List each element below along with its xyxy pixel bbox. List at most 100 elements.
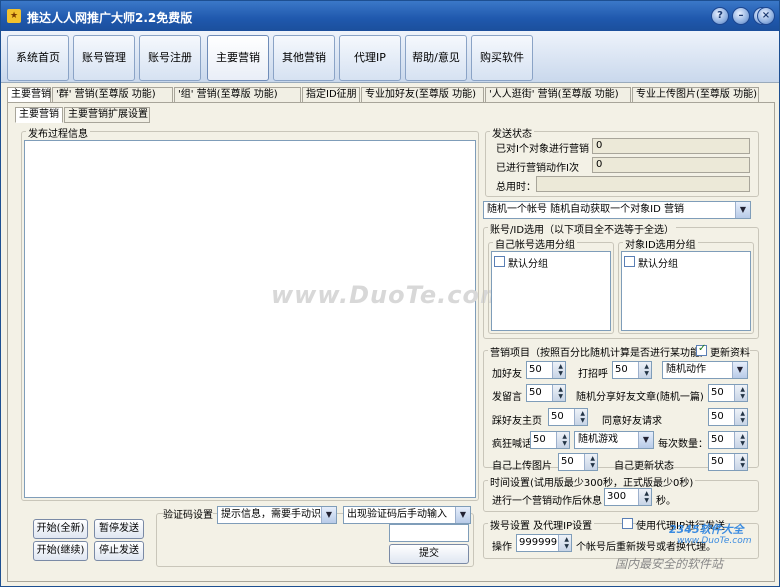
proxy-checkbox[interactable] (622, 518, 633, 529)
spin-up-icon[interactable]: ▲ (590, 455, 595, 462)
captcha-mode-value: 提示信息，需要手动识 (221, 509, 321, 520)
nav-proxy[interactable]: 代理IP (339, 35, 401, 81)
spin-down-icon[interactable]: ▼ (564, 543, 569, 550)
grouping-title: 账号/ID选用（以下项目全不选等于全选） (488, 221, 677, 236)
tab-main[interactable]: 主要营销 (7, 87, 51, 103)
tab-upload[interactable]: 专业上传图片(至尊版 功能) (632, 87, 759, 103)
rest-label: 进行一个营销动作后休息 (492, 496, 602, 507)
dial-title: 拨号设置 及代理IP设置 (488, 517, 595, 532)
tab-group[interactable]: '群' 营销(至尊版 功能) (52, 87, 173, 103)
spin-down-icon[interactable]: ▼ (740, 393, 745, 400)
rest-stepper[interactable]: 300 ▲ ▼ (604, 488, 652, 506)
upload-stepper[interactable]: 50 ▲ ▼ (558, 453, 598, 471)
visit-stepper[interactable]: 50 ▲ ▼ (548, 408, 588, 426)
log-title: 发布过程信息 (26, 125, 90, 140)
window-title: 推达人人网推广大师2.2免费版 (27, 11, 193, 25)
spin-down-icon[interactable]: ▼ (562, 440, 567, 447)
marketing-group: 营销项目（按照百分比随机计算是否进行某功能） 更新资料 加好友 50▲▼ 打招呼… (483, 343, 759, 472)
done-objects-field: 0 (592, 138, 750, 154)
update-stepper[interactable]: 50 ▲ ▼ (708, 453, 748, 471)
log-group: 发布过程信息 (21, 125, 479, 501)
watermark: www.DuoTe.com (271, 281, 506, 309)
account-mode-select[interactable]: 随机一个帐号 随机自动获取一个对象ID 营销 ▼ (483, 201, 751, 219)
spin-down-icon[interactable]: ▼ (740, 417, 745, 424)
spin-down-icon[interactable]: ▼ (580, 417, 585, 424)
captcha-input[interactable] (389, 524, 469, 542)
leave-msg-label: 发留言 (492, 392, 522, 403)
nav-help[interactable]: 帮助/意见 (405, 35, 467, 81)
spin-up-icon[interactable]: ▲ (740, 455, 745, 462)
total-time-field (536, 176, 750, 192)
game-select[interactable]: 随机游戏 ▼ (574, 431, 654, 449)
greet-stepper[interactable]: 50 ▲ ▼ (612, 361, 652, 379)
close-button[interactable]: × (757, 7, 775, 25)
refresh-checkbox[interactable] (696, 343, 707, 356)
share-stepper[interactable]: 50 ▲ ▼ (708, 384, 748, 402)
chevron-down-icon: ▼ (732, 362, 747, 378)
shout-stepper[interactable]: 50 ▲ ▼ (530, 431, 570, 449)
start-new-button[interactable]: 开始(全新) (33, 519, 88, 539)
add-friend-label: 加好友 (492, 369, 522, 380)
spin-up-icon[interactable]: ▲ (562, 433, 567, 440)
target-id-group: 对象ID选用分组 默认分组 (618, 236, 754, 334)
spin-down-icon[interactable]: ▼ (558, 393, 563, 400)
tab-inner-main[interactable]: 主要营销 (15, 107, 63, 123)
watermark-site2: www.DuoTe.com (677, 536, 752, 546)
tab-zu[interactable]: '组' 营销(至尊版 功能) (174, 87, 301, 103)
status-title: 发送状态 (490, 125, 534, 140)
captcha-mode-select[interactable]: 提示信息，需要手动识 ▼ (217, 506, 337, 524)
add-friend-stepper[interactable]: 50 ▲ ▼ (526, 361, 566, 379)
spin-up-icon[interactable]: ▲ (644, 363, 649, 370)
accept-stepper[interactable]: 50 ▲ ▼ (708, 408, 748, 426)
leave-msg-stepper[interactable]: 50 ▲ ▼ (526, 384, 566, 402)
marketing-title: 营销项目（按照百分比随机计算是否进行某功能） (488, 344, 712, 359)
target-default-checkbox[interactable] (624, 256, 635, 267)
chevron-down-icon: ▼ (321, 507, 336, 523)
spin-up-icon[interactable]: ▲ (740, 433, 745, 440)
nav-home[interactable]: 系统首页 (7, 35, 69, 81)
spin-up-icon[interactable]: ▲ (644, 490, 649, 497)
stop-button[interactable]: 停止发送 (94, 541, 144, 561)
own-account-title: 自己帐号选用分组 (493, 236, 577, 251)
own-account-list: 默认分组 (491, 251, 611, 331)
spin-down-icon[interactable]: ▼ (644, 497, 649, 504)
spin-up-icon[interactable]: ▲ (740, 386, 745, 393)
spin-up-icon[interactable]: ▲ (740, 410, 745, 417)
spin-up-icon[interactable]: ▲ (558, 363, 563, 370)
spin-down-icon[interactable]: ▼ (558, 370, 563, 377)
random-action-select[interactable]: 随机动作 ▼ (662, 361, 748, 379)
tab-friend-id[interactable]: 指定ID征朋 (302, 87, 360, 103)
share-label: 随机分享好友文章(随机一篇) (576, 392, 704, 403)
spin-down-icon[interactable]: ▼ (590, 462, 595, 469)
nav-accounts[interactable]: 账号管理 (73, 35, 135, 81)
own-default-checkbox[interactable] (494, 256, 505, 267)
tab-pro-friend[interactable]: 专业加好友(至尊版 功能) (361, 87, 484, 103)
minimize-icon[interactable]: – (732, 7, 750, 25)
tab-shopping[interactable]: '人人逛街' 营销(至尊版 功能) (485, 87, 631, 103)
nav-other-marketing[interactable]: 其他营销 (273, 35, 335, 81)
op-stepper[interactable]: 999999 ▲ ▼ (516, 534, 572, 552)
submit-button[interactable]: 提交 (389, 544, 469, 564)
own-account-group: 自己帐号选用分组 默认分组 (488, 236, 614, 334)
spin-down-icon[interactable]: ▼ (740, 462, 745, 469)
count-stepper[interactable]: 50 ▲ ▼ (708, 431, 748, 449)
log-textarea[interactable] (24, 140, 476, 498)
spin-down-icon[interactable]: ▼ (740, 440, 745, 447)
pause-button[interactable]: 暂停发送 (94, 519, 144, 539)
help-icon[interactable]: ? (711, 7, 729, 25)
start-continue-button[interactable]: 开始(继续) (33, 541, 88, 561)
spin-up-icon[interactable]: ▲ (558, 386, 563, 393)
nav-main-marketing[interactable]: 主要营销 (207, 35, 269, 81)
update-label: 自己更新状态 (614, 461, 674, 472)
nav-buy[interactable]: 购买软件 (471, 35, 533, 81)
done-objects-label: 已对I个对象进行营销 (496, 144, 589, 155)
grouping-group: 账号/ID选用（以下项目全不选等于全选） 自己帐号选用分组 默认分组 对象ID选… (483, 221, 759, 339)
chevron-down-icon: ▼ (638, 432, 653, 448)
spin-down-icon[interactable]: ▼ (644, 370, 649, 377)
spin-up-icon[interactable]: ▲ (580, 410, 585, 417)
tab-inner-ext[interactable]: 主要营销扩展设置 (64, 107, 150, 123)
op-label: 操作 (492, 542, 512, 553)
nav-register[interactable]: 账号注册 (139, 35, 201, 81)
captcha-mode2-select[interactable]: 出现验证码后手动输入 ▼ (343, 506, 471, 524)
spin-up-icon[interactable]: ▲ (564, 536, 569, 543)
